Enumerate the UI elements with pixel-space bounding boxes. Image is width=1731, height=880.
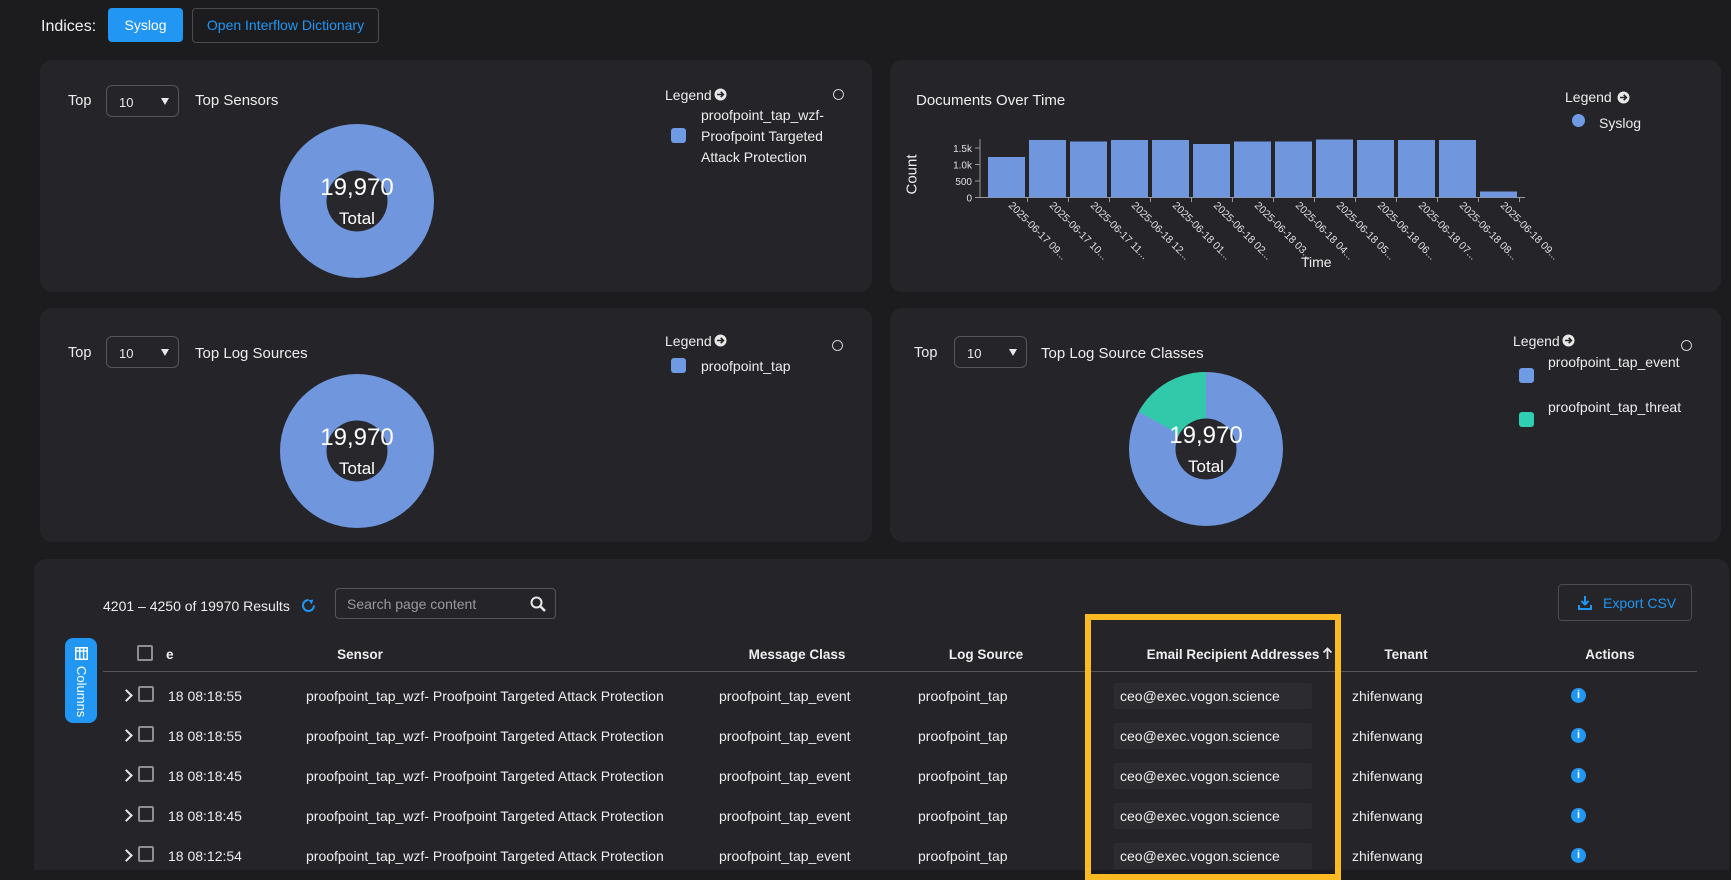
svg-text:1.0k: 1.0k (953, 161, 973, 172)
svg-text:500: 500 (955, 177, 972, 188)
svg-text:0: 0 (966, 194, 972, 205)
svg-text:1.5k: 1.5k (953, 144, 973, 155)
